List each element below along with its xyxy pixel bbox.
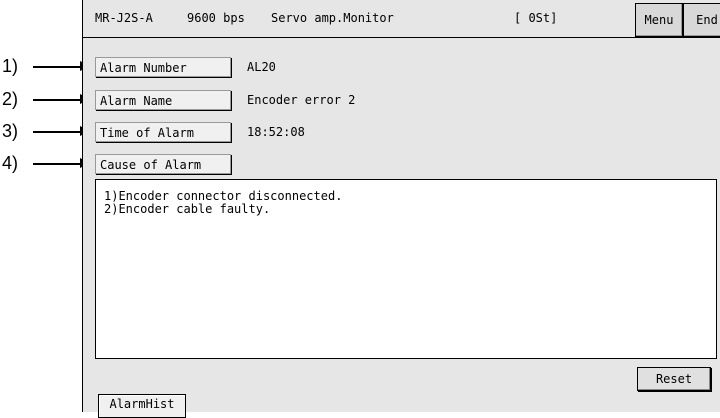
- callout-number: 1): [2, 56, 19, 76]
- callout-line: [33, 99, 81, 101]
- callout-number: 2): [2, 89, 19, 109]
- alarm-name-label: Alarm Name: [95, 90, 231, 110]
- callout-1: 1): [0, 56, 90, 76]
- callout-4: 4): [0, 153, 90, 173]
- callout-number: 3): [2, 121, 19, 141]
- alarm-number-label: Alarm Number: [95, 57, 231, 77]
- callout-line: [33, 66, 81, 68]
- cause-of-alarm-label: Cause of Alarm: [95, 154, 231, 174]
- callout-line: [33, 163, 81, 165]
- time-of-alarm-label: Time of Alarm: [95, 122, 231, 142]
- end-button[interactable]: End: [683, 3, 720, 37]
- monitor-screen: MR-J2S-A 9600 bps Servo amp.Monitor [ 0S…: [82, 0, 720, 418]
- reset-button[interactable]: Reset: [637, 367, 711, 391]
- callout-2: 2): [0, 89, 90, 109]
- callout-number: 4): [2, 153, 19, 173]
- alarm-number-value: AL20: [247, 60, 276, 74]
- alarm-history-button[interactable]: AlarmHist: [98, 394, 186, 418]
- alarm-name-value: Encoder error 2: [247, 93, 356, 107]
- title-bar: MR-J2S-A 9600 bps Servo amp.Monitor [ 0S…: [83, 0, 720, 38]
- time-of-alarm-value: 18:52:08: [247, 125, 305, 139]
- menu-button[interactable]: Menu: [635, 3, 683, 37]
- callout-line: [33, 131, 81, 133]
- model-name: MR-J2S-A: [95, 11, 153, 25]
- station-number: [ 0St]: [514, 11, 558, 25]
- callout-3: 3): [0, 121, 90, 141]
- baud-rate: 9600 bps: [187, 11, 245, 25]
- cause-line: 2)Encoder cable faulty.: [104, 202, 271, 216]
- window-title: Servo amp.Monitor: [271, 11, 394, 25]
- cause-text-area[interactable]: 1)Encoder connector disconnected. 2)Enco…: [95, 179, 717, 359]
